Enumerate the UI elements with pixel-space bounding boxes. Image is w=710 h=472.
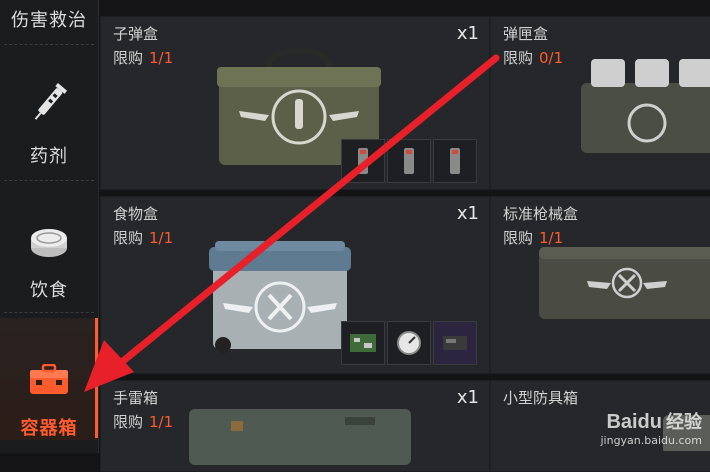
food-box-image bbox=[209, 241, 351, 353]
sidebar-item-label: 饮食 bbox=[30, 280, 68, 301]
gauge-icon bbox=[397, 331, 421, 355]
canned-food-icon bbox=[31, 229, 67, 257]
magazine-icon bbox=[450, 148, 460, 174]
thumbnail-device[interactable] bbox=[433, 321, 477, 365]
purchase-limit: 限购 1/1 bbox=[113, 49, 174, 67]
baidu-jingyan-watermark: Baidu 经验 jingyan.baidu.com bbox=[600, 408, 702, 447]
baidu-logo: Baidu bbox=[606, 411, 662, 433]
category-sidebar: 伤害救治 药剂 饮食 容器箱 bbox=[0, 0, 99, 453]
thumbnail-ammo[interactable] bbox=[341, 139, 385, 183]
syringe-icon bbox=[34, 83, 68, 120]
item-card-grenade-box[interactable]: 手雷箱 限购 1/1 x1 bbox=[100, 380, 490, 472]
item-card-standard-gun-case[interactable]: 标准枪械盒 限购 1/1 bbox=[490, 196, 710, 374]
item-name: 手雷箱 bbox=[113, 389, 159, 407]
item-card-magazine-box[interactable]: 弹匣盒 限购 0/1 bbox=[490, 16, 710, 190]
sidebar-divider bbox=[4, 312, 94, 313]
sidebar-item-medicine[interactable]: 药剂 bbox=[0, 62, 98, 168]
item-name: 子弹盒 bbox=[113, 25, 159, 43]
item-quantity: x1 bbox=[456, 23, 479, 44]
sidebar-item-label: 药剂 bbox=[30, 146, 68, 167]
purchase-limit: 限购 1/1 bbox=[113, 229, 174, 247]
sidebar-item-label: 伤害救治 bbox=[11, 10, 87, 31]
contents-thumbnails bbox=[341, 321, 477, 365]
contents-thumbnails bbox=[341, 139, 477, 183]
watermark-brand-cn: 经验 bbox=[666, 412, 702, 432]
thumbnail-circuit-board[interactable] bbox=[341, 321, 385, 365]
watermark-brand: Baidu 经验 bbox=[600, 408, 702, 434]
device-icon bbox=[443, 336, 467, 350]
purchase-limit: 限购 1/1 bbox=[113, 413, 174, 431]
magazine-icon bbox=[358, 148, 368, 174]
sidebar-item-label: 容器箱 bbox=[20, 418, 78, 439]
thumbnail-gauge[interactable] bbox=[387, 321, 431, 365]
item-card-food-box[interactable]: 食物盒 限购 1/1 x1 bbox=[100, 196, 490, 374]
purchase-limit: 限购 0/1 bbox=[503, 49, 564, 67]
circuit-board-icon bbox=[350, 334, 376, 352]
magazine-box-image bbox=[581, 59, 710, 153]
item-name: 食物盒 bbox=[113, 205, 159, 223]
magazine-icon bbox=[404, 148, 414, 174]
active-indicator bbox=[95, 318, 98, 438]
thumbnail-ammo[interactable] bbox=[387, 139, 431, 183]
thumbnail-ammo[interactable] bbox=[433, 139, 477, 183]
sidebar-divider bbox=[4, 44, 94, 45]
item-name: 标准枪械盒 bbox=[503, 205, 579, 223]
item-quantity: x1 bbox=[456, 387, 479, 408]
item-name: 小型防具箱 bbox=[503, 389, 579, 407]
gun-case-image bbox=[539, 247, 710, 319]
item-card-ammo-box[interactable]: 子弹盒 限购 1/1 x1 bbox=[100, 16, 490, 190]
sidebar-item-food[interactable]: 饮食 bbox=[0, 200, 98, 302]
sidebar-divider bbox=[4, 180, 94, 181]
grenade-box-image bbox=[189, 409, 411, 465]
sidebar-item-container[interactable]: 容器箱 bbox=[0, 318, 98, 440]
item-quantity: x1 bbox=[456, 203, 479, 224]
container-box-icon bbox=[30, 364, 68, 394]
item-name: 弹匣盒 bbox=[503, 25, 549, 43]
sidebar-item-injury-treatment[interactable]: 伤害救治 bbox=[0, 0, 98, 38]
watermark-url: jingyan.baidu.com bbox=[600, 434, 702, 447]
